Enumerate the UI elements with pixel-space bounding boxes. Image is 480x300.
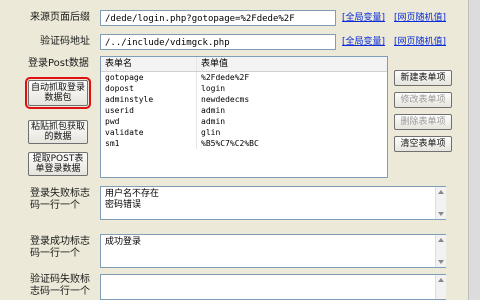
header-form-name[interactable]: 表单名 [101,57,197,71]
extract-post-button[interactable]: 提取POST表单登录数据 [28,152,88,176]
fail-marker-label: 登录失败标志码一行一个 [30,188,90,211]
scroll-up-icon[interactable] [438,278,444,282]
window-right-edge [468,0,480,300]
table-row[interactable]: gotopage %2Fdede%2F [101,72,387,83]
success-marker-textarea[interactable]: 成功登录 [100,234,446,268]
delete-item-button[interactable]: 删除表单项 [394,114,452,130]
global-var-link-2[interactable]: [全局变量] [342,34,385,50]
table-row[interactable]: validate glin [101,127,387,138]
post-data-label: 登录Post数据 [28,58,89,69]
edit-item-button[interactable]: 修改表单项 [394,92,452,108]
scroll-track[interactable] [435,187,446,219]
table-row[interactable]: dopost login [101,83,387,94]
scroll-track[interactable] [435,275,446,299]
cell-value: login [201,84,226,93]
cell-value: glin [201,128,221,137]
cell-name: dopost [101,83,197,94]
success-textarea-scrollbar[interactable] [435,235,446,267]
fail-marker-textarea[interactable]: 用户名不存在 密码错误 [100,186,446,220]
captcha-url-label: 验证码地址 [40,36,90,47]
referer-label: 来源页面后缀 [30,12,90,23]
cell-name: pwd [101,116,197,127]
cell-name: userid [101,105,197,116]
new-item-button[interactable]: 新建表单项 [394,70,452,86]
cell-name: validate [101,127,197,138]
cell-value: %2Fdede%2F [201,73,250,82]
scroll-track[interactable] [435,235,446,267]
table-header: 表单名 表单值 [101,57,387,72]
cell-name: adminstyle [101,94,197,105]
table-row[interactable]: pwd admin [101,116,387,127]
table-row[interactable]: sm1 %B5%C7%C2%BC [101,138,387,149]
global-var-link-1[interactable]: [全局变量] [342,10,385,26]
table-row[interactable]: adminstyle newdedecms [101,94,387,105]
header-form-value[interactable]: 表单值 [197,57,387,71]
captcha-fail-marker-textarea[interactable] [100,274,446,300]
captcha-fail-marker-label: 验证码失败标志码一行一个 [30,274,90,297]
success-marker-label: 登录成功标志码一行一个 [30,236,90,259]
post-form-table[interactable]: 表单名 表单值 gotopage %2Fdede%2F dopost login a… [100,56,388,178]
scroll-up-icon[interactable] [438,190,444,194]
fail-textarea-scrollbar[interactable] [435,187,446,219]
captcha-fail-textarea-scrollbar[interactable] [435,275,446,299]
random-value-link-1[interactable]: [网页随机值] [394,10,446,26]
scroll-down-icon[interactable] [438,260,444,264]
cell-value: newdedecms [201,95,250,104]
clear-items-button[interactable]: 清空表单项 [394,136,452,152]
referer-input[interactable]: /dede/login.php?gotopage=%2Fdede%2F [100,10,336,26]
table-row[interactable]: userid admin [101,105,387,116]
auto-capture-button[interactable]: 自动抓取登录数据包 [25,77,91,109]
scroll-up-icon[interactable] [438,238,444,242]
cell-value: admin [201,106,226,115]
scroll-down-icon[interactable] [438,212,444,216]
cell-name: gotopage [101,72,197,83]
cell-value: admin [201,117,226,126]
cell-name: sm1 [101,138,197,149]
random-value-link-2[interactable]: [网页随机值] [394,34,446,50]
paste-capture-button[interactable]: 粘贴抓包获取的数据 [28,120,88,144]
cell-value: %B5%C7%C2%BC [201,139,259,148]
captcha-url-input[interactable]: /../include/vdimgck.php [100,34,336,50]
